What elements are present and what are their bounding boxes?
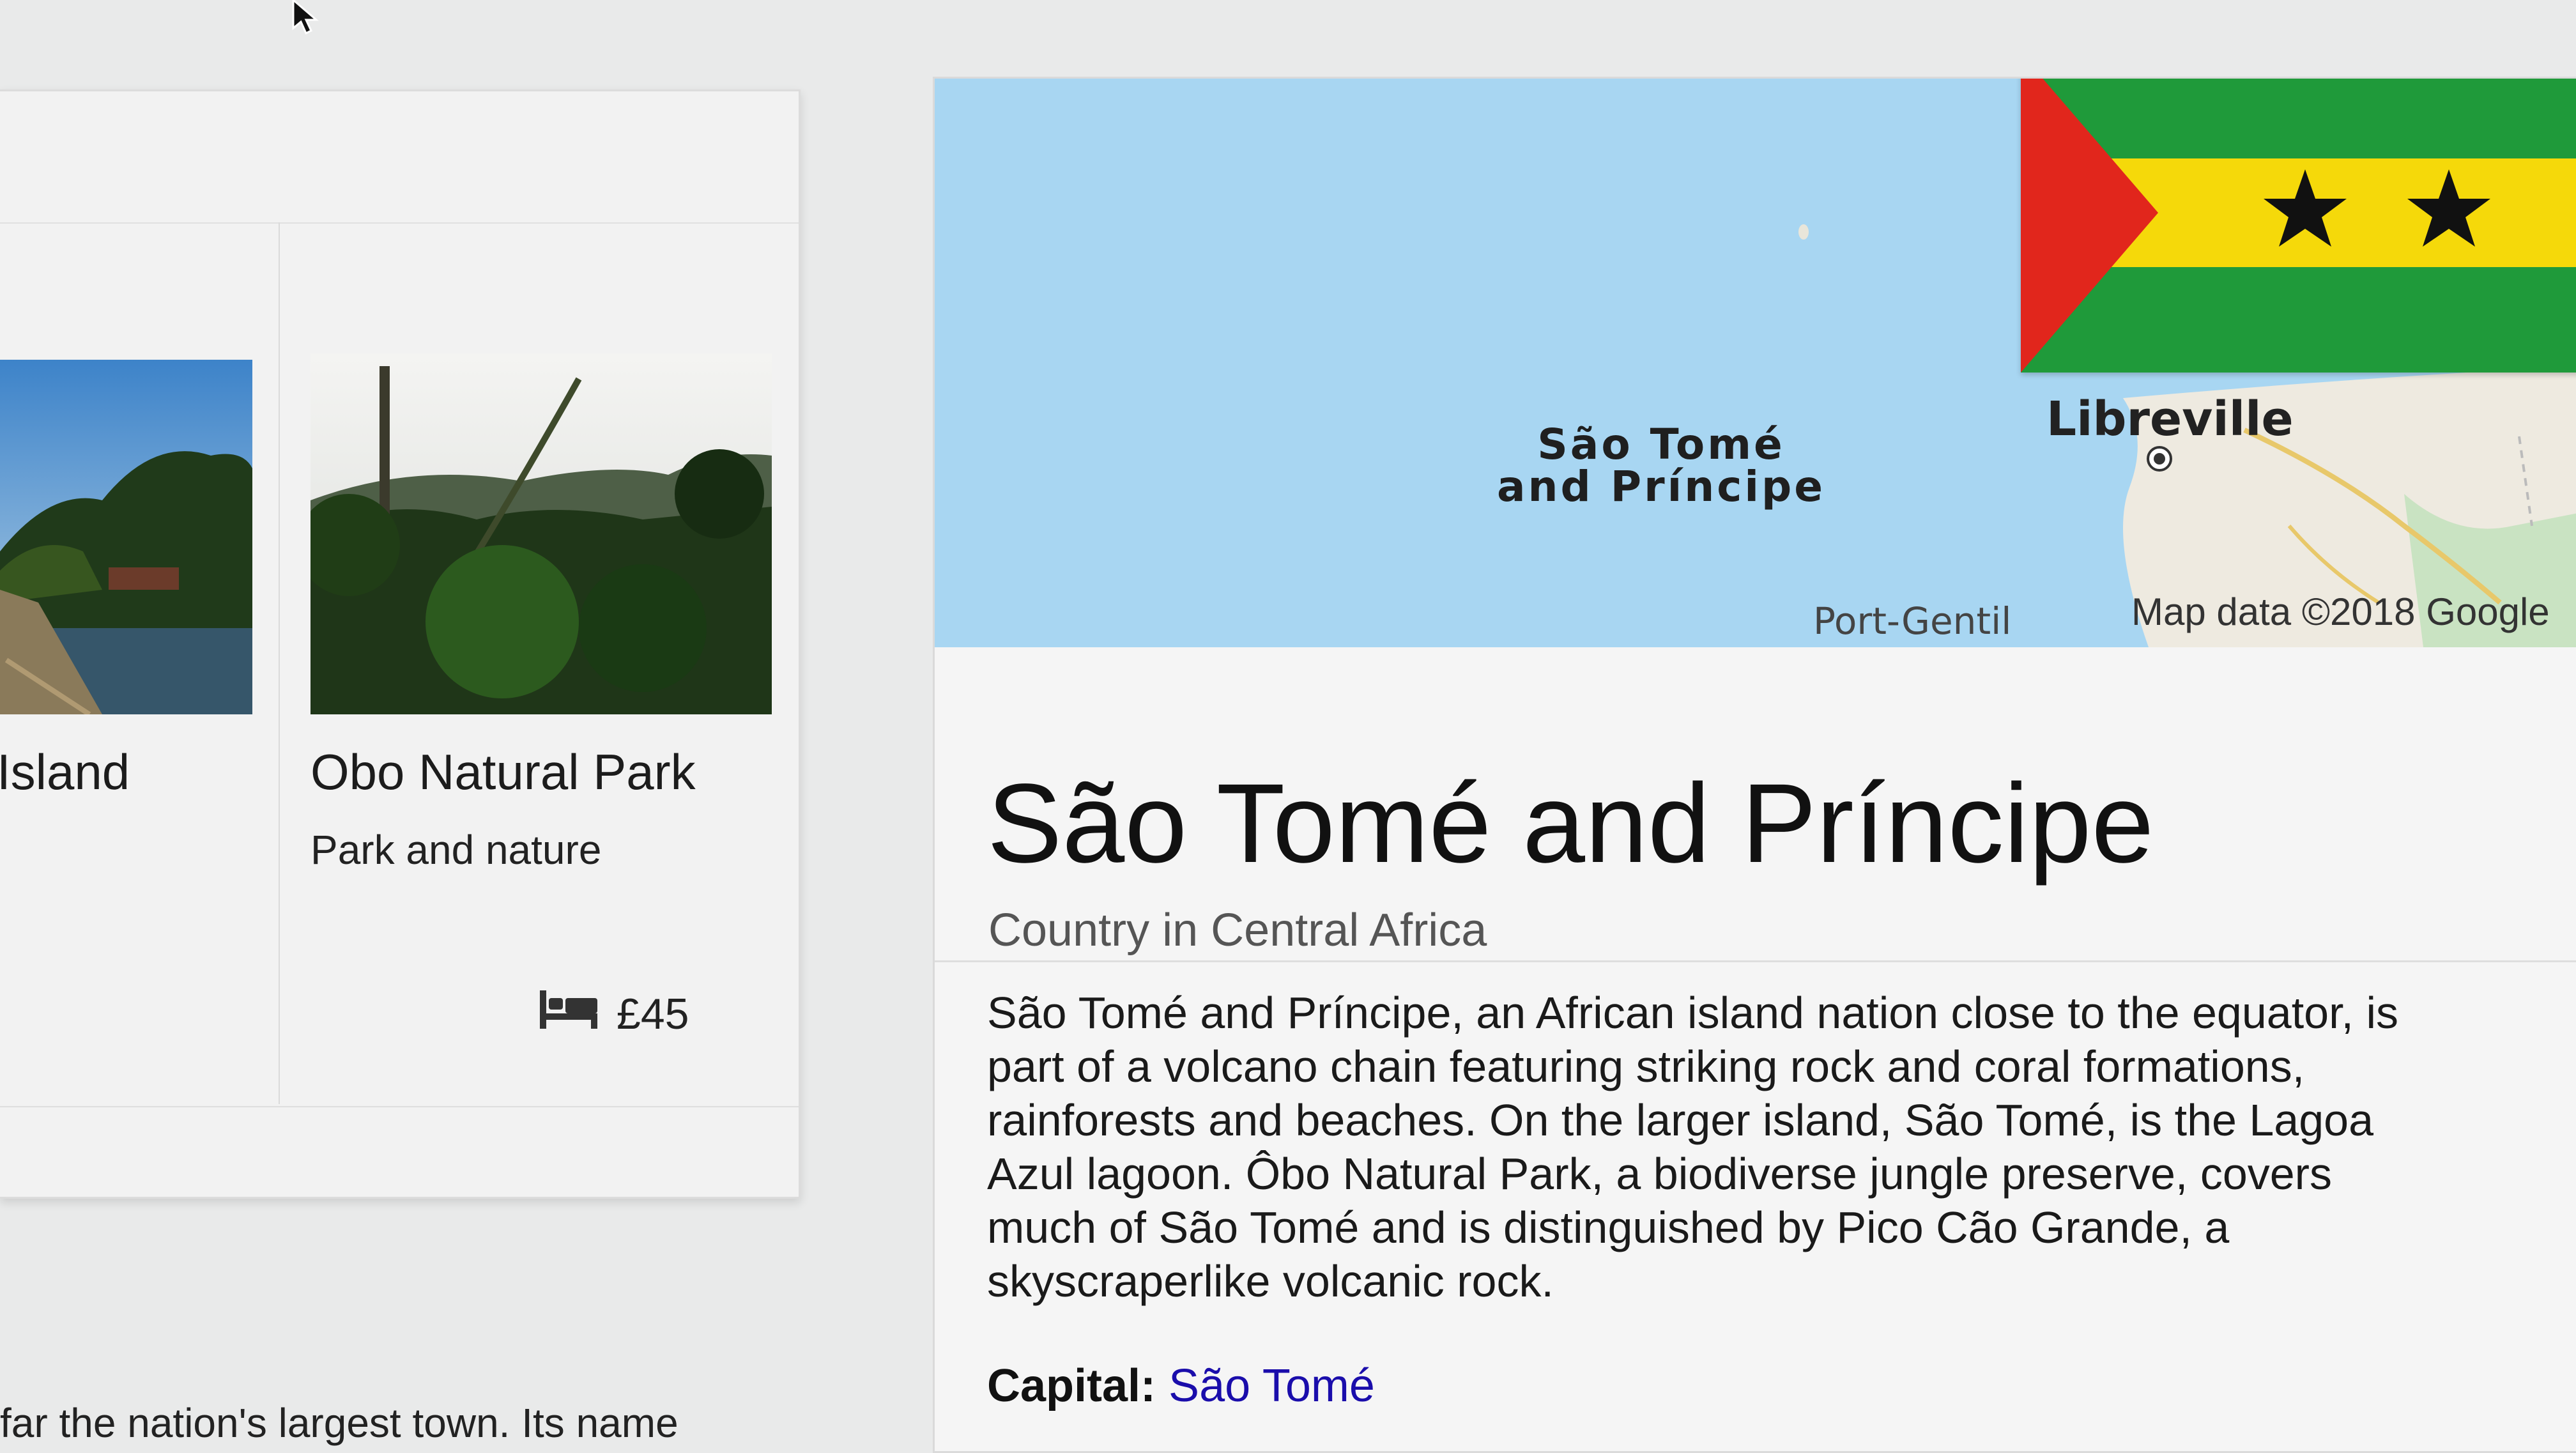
place-title[interactable]: Island <box>0 743 130 801</box>
hotel-price[interactable]: £45 <box>540 989 689 1039</box>
cursor-icon <box>291 0 329 42</box>
divider <box>0 1106 799 1107</box>
description-line: part of a volcano chain featuring striki… <box>987 1042 2305 1091</box>
place-item-obo-natural-park[interactable]: Obo Natural Park Park and nature <box>280 222 799 1104</box>
capital-row: Capital: São Tomé <box>987 1360 1375 1412</box>
bed-icon <box>540 989 597 1039</box>
description-line: much of São Tomé and is distinguished by… <box>987 1203 2230 1252</box>
country-flag[interactable] <box>2021 79 2576 373</box>
description: São Tomé and Príncipe, an African island… <box>987 986 2520 1308</box>
map-city-label-small: Port-Gentil <box>1813 599 2012 643</box>
capital-link[interactable]: São Tomé <box>1169 1360 1375 1411</box>
entity-type-subtitle: Country in Central Africa <box>988 905 1487 956</box>
place-image-island[interactable] <box>0 360 252 714</box>
knowledge-panel: São Tomé and Príncipe Libreville Port-Ge… <box>933 77 2576 1453</box>
map-country-label: São Tomé and Príncipe <box>1497 420 1826 511</box>
page-title: São Tomé and Príncipe <box>987 761 2154 886</box>
price-value: £45 <box>617 990 689 1038</box>
map-credit: Map data ©2018 Google <box>2131 590 2550 633</box>
capital-label: Capital: <box>987 1360 1156 1411</box>
place-title[interactable]: Obo Natural Park <box>310 743 696 801</box>
place-subtitle: Park and nature <box>310 827 602 873</box>
map[interactable]: São Tomé and Príncipe Libreville Port-Ge… <box>935 79 2576 647</box>
description-line: skyscraperlike volcanic rock. <box>987 1256 1554 1306</box>
places-card: Island Obo Natural Park Park and nature … <box>0 89 801 1199</box>
panel-header: São Tomé and Príncipe Country in Central… <box>935 647 2576 962</box>
description-line: São Tomé and Príncipe, an African island… <box>987 988 2398 1038</box>
description-line: Azul lagoon. Ôbo Natural Park, a biodive… <box>987 1149 2332 1199</box>
place-item-island[interactable]: Island <box>0 222 280 1104</box>
description-line: rainforests and beaches. On the larger i… <box>987 1095 2374 1145</box>
map-city-label: Libreville <box>2046 392 2294 447</box>
place-image-obo-natural-park[interactable] <box>310 353 772 714</box>
article-snippet: far the nation's largest town. Its name <box>0 1400 678 1446</box>
places-card-header <box>0 91 799 224</box>
